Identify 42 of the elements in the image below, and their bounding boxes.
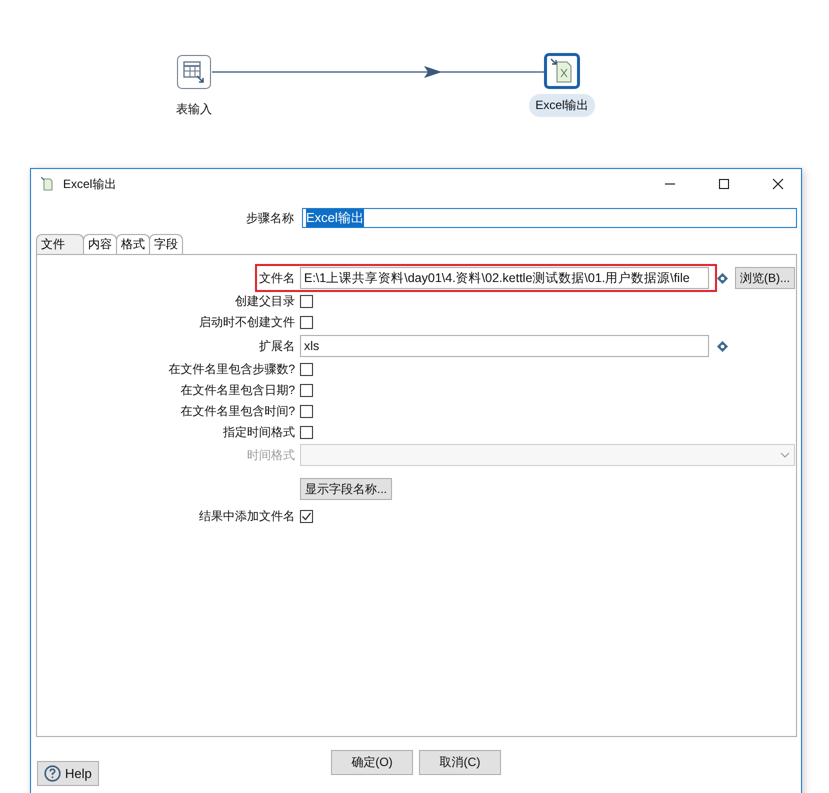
- field-label: 指定时间格式: [222, 424, 295, 441]
- field-label: 结果中添加文件名: [198, 508, 295, 525]
- tab[interactable]: 文件: [36, 234, 84, 254]
- ok-button[interactable]: 确定(O): [331, 750, 413, 775]
- field-label: 启动时不创建文件: [198, 314, 295, 331]
- field-label: 在文件名里包含步骤数?: [167, 361, 295, 378]
- step-node[interactable]: [544, 53, 580, 89]
- checkbox[interactable]: [300, 384, 313, 397]
- variable-icon: [716, 340, 728, 352]
- field-label: 在文件名里包含日期?: [179, 382, 295, 399]
- browse-button[interactable]: 浏览(B)...: [735, 267, 795, 289]
- caret-icon: [780, 452, 790, 458]
- text-field[interactable]: E:\1上课共享资料\day01\4.资料\02.kettle测试数据\01.用户数据源\file: [300, 267, 709, 289]
- spreadsheet-file-icon: [41, 177, 53, 191]
- field-label: 创建父目录: [234, 293, 295, 310]
- step-name-field[interactable]: Excel输出: [302, 208, 797, 228]
- checkbox[interactable]: [300, 316, 313, 329]
- step-label: 表输入: [175, 101, 213, 118]
- maximize-icon[interactable]: [718, 178, 730, 190]
- show-field-names-button[interactable]: 显示字段名称...: [300, 478, 392, 500]
- tab[interactable]: 字段: [149, 234, 183, 254]
- checkbox[interactable]: [300, 405, 313, 418]
- checkbox[interactable]: [300, 363, 313, 376]
- field-label: 在文件名里包含时间?: [179, 403, 295, 420]
- close-icon[interactable]: [772, 178, 784, 190]
- spreadsheet-file-icon: [550, 58, 574, 84]
- step-label: Excel输出: [529, 94, 595, 117]
- step-name-label: 步骤名称: [245, 210, 294, 226]
- variable-icon: [716, 272, 728, 284]
- help-icon: [44, 765, 61, 782]
- window-title: Excel输出: [63, 176, 116, 192]
- field-label: 时间格式: [246, 446, 295, 464]
- help-button[interactable]: Help: [37, 761, 99, 786]
- cancel-button[interactable]: 取消(C): [419, 750, 501, 775]
- checkbox[interactable]: [300, 426, 313, 439]
- checkbox[interactable]: [300, 295, 313, 308]
- checkbox[interactable]: [300, 510, 313, 523]
- field-label: 文件名: [258, 270, 295, 286]
- text-field[interactable]: xls: [300, 335, 709, 357]
- field-label: 扩展名: [258, 338, 295, 354]
- step-node[interactable]: [177, 55, 211, 89]
- table-icon: [182, 60, 206, 84]
